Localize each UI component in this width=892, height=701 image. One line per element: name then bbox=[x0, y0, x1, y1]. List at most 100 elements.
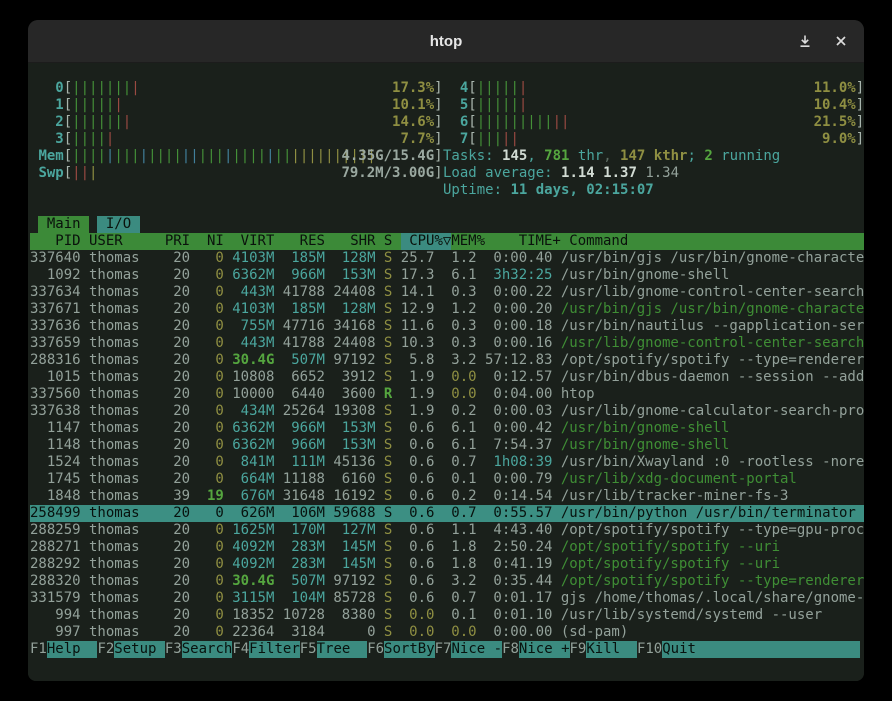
process-row[interactable]: 258499 thomas20 0 626M 106M 59688 S 0.6 … bbox=[30, 505, 864, 522]
fn-kill-button[interactable]: F9Kill bbox=[570, 641, 637, 658]
cell-res: 41788 bbox=[283, 284, 325, 301]
column-header-mem[interactable]: MEM% bbox=[451, 233, 485, 250]
header-gap bbox=[401, 233, 409, 250]
cell-user: thomas bbox=[89, 454, 165, 471]
cell-gap bbox=[81, 607, 89, 624]
cell-s: S bbox=[384, 454, 392, 471]
fn-sortby-button[interactable]: F6SortBy bbox=[367, 641, 434, 658]
cell-mem: 3.2 bbox=[443, 352, 477, 369]
column-header-shr[interactable]: SHR bbox=[333, 233, 375, 250]
column-header-cpu[interactable]: CPU% bbox=[409, 233, 443, 250]
process-row[interactable]: 288271 thomas20 0 4092M 283M 145M S 0.6 … bbox=[30, 539, 864, 556]
cell-res: 966M bbox=[283, 267, 325, 284]
process-row[interactable]: 337640 thomas20 0 4103M 185M 128M S 25.7… bbox=[30, 250, 864, 267]
fn-help-button[interactable]: F1Help bbox=[30, 641, 97, 658]
cell-cpu: 17.3 bbox=[401, 267, 435, 284]
cell-gap bbox=[376, 267, 384, 284]
fn-action-label: SortBy bbox=[384, 641, 435, 658]
cell-gap bbox=[81, 369, 89, 386]
cell-gap bbox=[325, 403, 333, 420]
close-icon[interactable] bbox=[832, 32, 850, 50]
cell-gap bbox=[552, 301, 560, 318]
cell-gap bbox=[434, 403, 442, 420]
cell-gap bbox=[552, 471, 560, 488]
cell-cpu: 1.9 bbox=[401, 403, 435, 420]
cell-gap bbox=[81, 590, 89, 607]
cell-gap bbox=[224, 539, 232, 556]
cell-gap bbox=[477, 301, 485, 318]
cell-user: thomas bbox=[89, 607, 165, 624]
process-row[interactable]: 288292 thomas20 0 4092M 283M 145M S 0.6 … bbox=[30, 556, 864, 573]
cell-ni: 0 bbox=[199, 318, 224, 335]
fn-filter-button[interactable]: F4Filter bbox=[232, 641, 299, 658]
process-row[interactable]: 1148 thomas20 0 6362M 966M 153M S 0.6 6.… bbox=[30, 437, 864, 454]
cell-gap bbox=[274, 624, 282, 641]
cell-ni: 0 bbox=[199, 352, 224, 369]
cell-gap bbox=[477, 250, 485, 267]
meter-open-bracket: [ bbox=[64, 131, 72, 148]
process-row[interactable]: 331579 thomas20 0 3115M 104M 85728 S 0.6… bbox=[30, 590, 864, 607]
process-row[interactable]: 994 thomas20 0 18352 10728 8380 S 0.0 0.… bbox=[30, 607, 864, 624]
screen-tabs: Main I/O bbox=[30, 216, 864, 233]
fn-tree-button[interactable]: F5Tree bbox=[300, 641, 367, 658]
fn-search-button[interactable]: F3Search bbox=[165, 641, 232, 658]
fn-quit-button[interactable]: F10Quit bbox=[637, 641, 864, 658]
column-header-s[interactable]: S bbox=[384, 233, 392, 250]
column-header-time[interactable]: TIME+ bbox=[493, 233, 560, 250]
process-row[interactable]: 337634 thomas20 0 443M 41788 24408 S 14.… bbox=[30, 284, 864, 301]
process-row[interactable]: 337560 thomas20 0 10000 6440 3600 R 1.9 … bbox=[30, 386, 864, 403]
fn-setup-button[interactable]: F2Setup bbox=[97, 641, 164, 658]
process-row[interactable]: 288259 thomas20 0 1625M 170M 127M S 0.6 … bbox=[30, 522, 864, 539]
cell-pid: 288316 bbox=[30, 352, 81, 369]
column-header-command[interactable]: Command bbox=[569, 233, 864, 250]
cell-shr: 24408 bbox=[333, 284, 375, 301]
cell-gap bbox=[552, 454, 560, 471]
column-header-virt[interactable]: VIRT bbox=[232, 233, 274, 250]
process-row[interactable]: 288316 thomas20 0 30.4G 507M 97192 S 5.8… bbox=[30, 352, 864, 369]
cell-pid: 337659 bbox=[30, 335, 81, 352]
process-row[interactable]: 337636 thomas20 0 755M 47716 34168 S 11.… bbox=[30, 318, 864, 335]
cell-gap bbox=[81, 505, 89, 522]
cell-virt: 443M bbox=[232, 335, 274, 352]
process-row[interactable]: 1147 thomas20 0 6362M 966M 153M S 0.6 6.… bbox=[30, 420, 864, 437]
process-row[interactable]: 288320 thomas20 0 30.4G 507M 97192 S 0.6… bbox=[30, 573, 864, 590]
cell-gap bbox=[552, 539, 560, 556]
minimize-down-icon[interactable] bbox=[796, 32, 814, 50]
cell-time: 0:01.17 bbox=[485, 590, 552, 607]
meter-bar-segment: ||||||| bbox=[72, 80, 131, 96]
tasks-summary-segment: 147 kthr bbox=[620, 148, 687, 165]
cell-gap bbox=[325, 539, 333, 556]
htop-terminal[interactable]: 0[||||||||17.3%] 4[||||||11.0%] 1[||||||… bbox=[28, 63, 864, 681]
cell-gap bbox=[434, 573, 442, 590]
cell-gap bbox=[392, 539, 400, 556]
process-row[interactable]: 997 thomas20 0 22364 3184 0 S 0.0 0.0 0:… bbox=[30, 624, 864, 641]
process-row[interactable]: 337659 thomas20 0 443M 41788 24408 S 10.… bbox=[30, 335, 864, 352]
meter-value: 79.2M/3.00G bbox=[341, 165, 434, 182]
process-row[interactable]: 1524 thomas20 0 841M 111M 45136 S 0.6 0.… bbox=[30, 454, 864, 471]
process-row[interactable]: 1092 thomas20 0 6362M 966M 153M S 17.3 6… bbox=[30, 267, 864, 284]
fn-nice-button[interactable]: F7Nice - bbox=[435, 641, 502, 658]
column-header-pri[interactable]: PRI bbox=[165, 233, 190, 250]
table-header[interactable]: PID USERPRI NI VIRT RES SHR S CPU%▽MEM% … bbox=[30, 233, 864, 250]
process-row[interactable]: 337671 thomas20 0 4103M 185M 128M S 12.9… bbox=[30, 301, 864, 318]
process-row[interactable]: 337638 thomas20 0 434M 25264 19308 S 1.9… bbox=[30, 403, 864, 420]
tab-main[interactable]: Main bbox=[38, 216, 89, 233]
column-header-pid[interactable]: PID bbox=[30, 233, 81, 250]
cell-virt: 4092M bbox=[232, 539, 274, 556]
cell-gap bbox=[81, 454, 89, 471]
tab-io[interactable]: I/O bbox=[97, 216, 139, 233]
cell-gap bbox=[190, 505, 198, 522]
fn-nice-button[interactable]: F8Nice + bbox=[502, 641, 569, 658]
process-row[interactable]: 1015 thomas20 0 10808 6652 3912 S 1.9 0.… bbox=[30, 369, 864, 386]
text bbox=[89, 216, 97, 233]
column-header-ni[interactable]: NI bbox=[199, 233, 224, 250]
process-row[interactable]: 1848 thomas39 19 676M 31648 16192 S 0.6 … bbox=[30, 488, 864, 505]
process-row[interactable]: 1745 thomas20 0 664M 11188 6160 S 0.6 0.… bbox=[30, 471, 864, 488]
column-header-res[interactable]: RES bbox=[283, 233, 325, 250]
cell-gap bbox=[190, 437, 198, 454]
column-header-user[interactable]: USER bbox=[89, 233, 165, 250]
header-gap bbox=[190, 233, 198, 250]
window-titlebar[interactable]: htop bbox=[28, 20, 864, 63]
meter-label: 1 bbox=[38, 97, 63, 114]
cell-gap bbox=[392, 590, 400, 607]
